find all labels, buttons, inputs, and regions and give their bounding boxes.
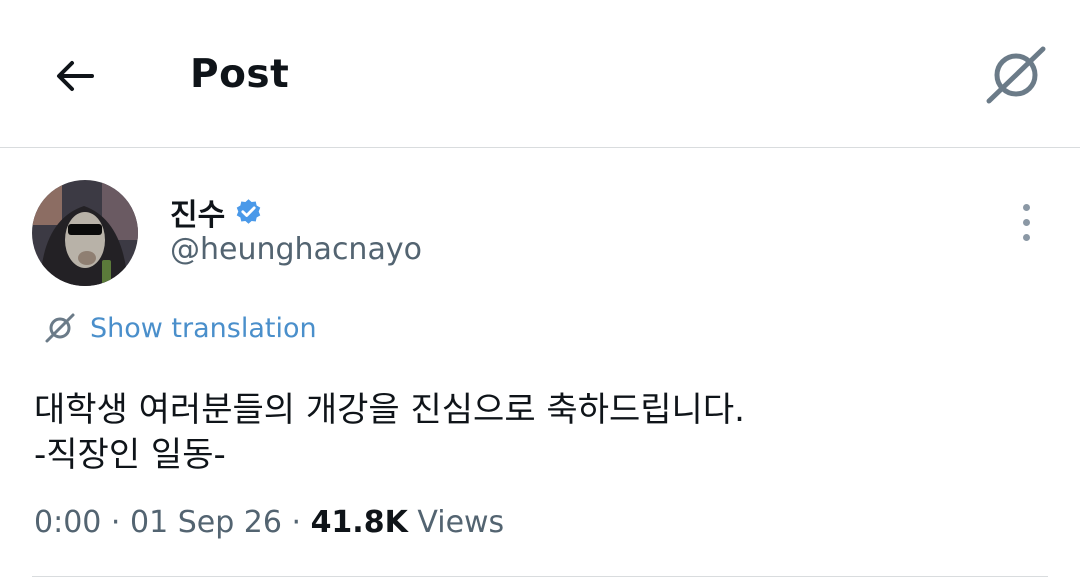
view-count[interactable]: 41.8K (311, 505, 408, 540)
tweet-text-line: -직장인 일동- (34, 435, 226, 475)
verified-badge-icon (236, 199, 261, 224)
show-translation-label: Show translation (90, 312, 317, 344)
author-handle[interactable]: @heunghacnayo (170, 232, 422, 267)
meta-separator: · (281, 505, 311, 540)
translate-icon (45, 313, 75, 343)
arrow-left-icon (57, 61, 94, 91)
tweet-date[interactable]: 01 Sep 26 (130, 505, 282, 540)
more-vertical-icon-dot (1022, 218, 1030, 226)
header-divider (0, 147, 1080, 148)
tweet-time[interactable]: 0:00 (34, 505, 101, 540)
back-button[interactable] (44, 46, 104, 106)
show-translation-link[interactable]: Show translation (44, 312, 317, 344)
author-display-name[interactable]: 진수 (170, 190, 225, 234)
more-options-button[interactable] (1006, 200, 1046, 244)
meta-separator: · (101, 505, 130, 540)
translate-button[interactable] (978, 40, 1054, 110)
top-app-bar: Post (0, 0, 1080, 147)
tweet-text-line: 대학생 여러분들의 개강을 진심으로 축하드립니다. (34, 390, 745, 430)
page-title: Post (190, 52, 290, 97)
tweet-divider (32, 576, 1048, 577)
translate-icon (986, 46, 1046, 104)
views-label: Views (407, 505, 505, 540)
more-vertical-icon (1022, 203, 1030, 211)
tweet-text: 대학생 여러분들의 개강을 진심으로 축하드립니다. -직장인 일동- (34, 388, 745, 478)
more-vertical-icon-dot (1022, 233, 1030, 241)
avatar-image (32, 180, 138, 286)
avatar[interactable] (32, 180, 138, 286)
tweet-meta: 0:00 · 01 Sep 26 · 41.8K Views (34, 505, 504, 540)
